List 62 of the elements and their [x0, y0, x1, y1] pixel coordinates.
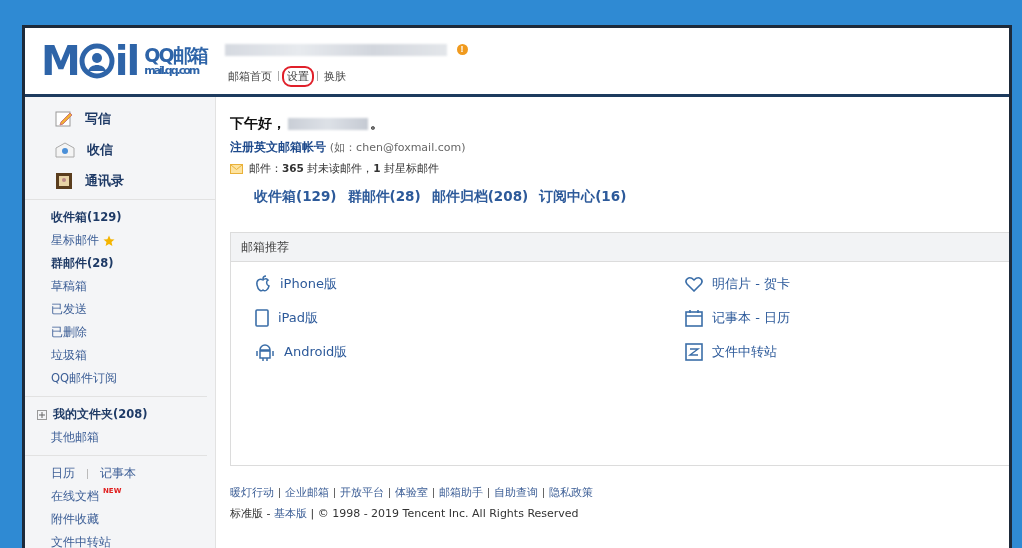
tool-link[interactable]: 记事本: [100, 466, 136, 481]
tool-link[interactable]: 日历: [51, 466, 75, 481]
folder-link[interactable]: 群邮件(28): [51, 256, 114, 271]
folder-link[interactable]: 收件箱(129): [51, 210, 122, 225]
basic-version-link[interactable]: 基本版: [273, 507, 307, 520]
tool-link[interactable]: 文件中转站: [51, 535, 111, 548]
nav-link[interactable]: 换肤: [320, 67, 349, 85]
expand-toggle[interactable]: [37, 409, 47, 420]
recommend-link[interactable]: Android版: [255, 342, 348, 362]
greeting-text: 下午好，: [230, 115, 286, 133]
footer-link[interactable]: 暖灯行动: [230, 486, 274, 500]
copyright-line: 标准版 - 基本版 | © 1998 - 2019 Tencent Inc. All Rights Reserved: [230, 506, 580, 521]
recommend-link[interactable]: 明信片 - 贺卡: [685, 274, 790, 294]
address-book-icon: [55, 171, 73, 190]
pencil-icon: [55, 109, 73, 128]
folder-link[interactable]: 垃圾箱: [51, 348, 87, 363]
apple-icon: [255, 275, 271, 293]
folder-link[interactable]: 已删除: [51, 325, 87, 340]
sidebar-action[interactable]: 收信: [55, 134, 215, 165]
recommend-link[interactable]: iPad版: [255, 308, 319, 328]
footer-link[interactable]: 邮箱助手: [439, 486, 483, 500]
recommend-link[interactable]: iPhone版: [255, 274, 337, 294]
folder-link[interactable]: 我的文件夹(208): [53, 407, 148, 422]
tablet-icon: [255, 309, 269, 327]
brand-name: QQ邮箱: [144, 46, 207, 65]
nav-link[interactable]: 设置: [281, 65, 314, 87]
sidebar-action[interactable]: 写信: [55, 103, 215, 134]
folder-link[interactable]: 收件箱(129): [254, 188, 337, 206]
logo-text: M: [41, 38, 79, 84]
logo-text: il: [114, 38, 139, 84]
tool-link[interactable]: 在线文档: [51, 489, 99, 504]
panel-title: 邮箱推荐: [231, 233, 1009, 262]
folder-link[interactable]: 群邮件(28): [347, 188, 421, 206]
register-link[interactable]: 注册英文邮箱帐号: [230, 140, 326, 154]
register-hint: (如：chen@foxmail.com): [329, 141, 466, 154]
calendar-icon: [685, 309, 703, 327]
envelope-person-logo-icon: [78, 43, 115, 79]
folder-link[interactable]: 已发送: [51, 302, 87, 317]
envelope-icon: [230, 164, 243, 174]
footer-link[interactable]: 开放平台: [340, 486, 384, 500]
envelope-icon: [55, 141, 75, 158]
footer-link[interactable]: 隐私政策: [549, 486, 593, 500]
folder-link[interactable]: 草稿箱: [51, 279, 87, 294]
footer-link[interactable]: 企业邮箱: [285, 486, 329, 500]
folder-link[interactable]: 其他邮箱: [51, 430, 99, 445]
nav-link[interactable]: 邮箱首页: [224, 67, 275, 85]
folder-link[interactable]: 邮件归档(208): [431, 188, 529, 206]
folder-link[interactable]: 星标邮件: [51, 233, 99, 248]
tool-link[interactable]: 附件收藏: [51, 512, 99, 527]
heart-icon: [685, 276, 703, 292]
footer-link[interactable]: 自助查询: [494, 486, 538, 500]
greeting-end: 。: [370, 115, 384, 133]
footer-link[interactable]: 体验室: [395, 486, 428, 500]
mail-summary: 邮件：365 封未读邮件，1 封星标邮件: [249, 162, 439, 176]
domain-text: mail.qq.com: [144, 65, 199, 76]
transfer-icon: [685, 343, 703, 361]
folder-link[interactable]: 订阅中心(16): [539, 188, 627, 206]
recommend-link[interactable]: 记事本 - 日历: [685, 308, 790, 328]
sidebar-action[interactable]: 通讯录: [55, 165, 215, 196]
folder-link[interactable]: QQ邮件订阅: [51, 371, 118, 386]
android-icon: [255, 342, 275, 362]
recommend-link[interactable]: 文件中转站: [685, 342, 777, 362]
